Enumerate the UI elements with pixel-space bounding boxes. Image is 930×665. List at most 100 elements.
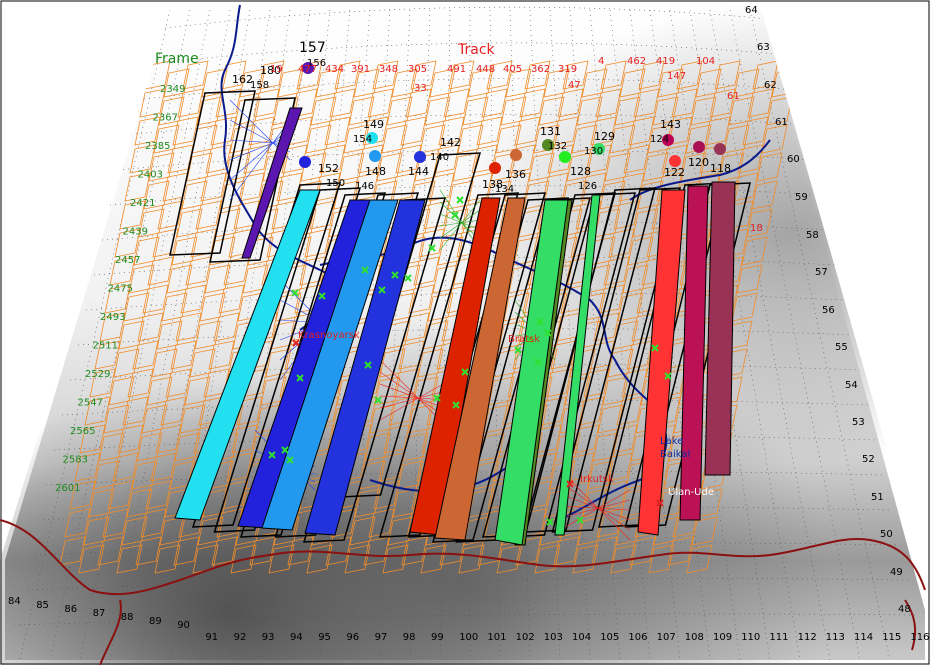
track-label: 405 [503, 64, 522, 75]
orbit-sublabel: 146 [355, 181, 374, 192]
lon-label: 104 [572, 632, 591, 643]
frame-label: 2367 [153, 113, 178, 124]
track-label: 19 [270, 64, 283, 75]
frame-label: 2421 [130, 198, 155, 209]
lon-label: 86 [64, 604, 77, 615]
orbit-label: 128 [570, 165, 591, 178]
orbit-label: 118 [710, 162, 731, 175]
track-label: 448 [476, 64, 495, 75]
lon-label: 116 [910, 632, 929, 643]
lon-label: 107 [657, 632, 676, 643]
orbit-label: 144 [408, 165, 429, 178]
orbit-label: 148 [365, 165, 386, 178]
lon-label: 114 [854, 632, 873, 643]
track-label-second: 147 [667, 71, 686, 82]
orbit-label: 142 [440, 136, 461, 149]
orbit-dot [489, 162, 501, 174]
track-label-second: 47 [568, 80, 581, 91]
orbit-label: 162 [232, 73, 253, 86]
track-label: 434 [325, 64, 344, 75]
lon-label: 98 [403, 632, 416, 643]
frame-label: 2511 [93, 341, 118, 352]
lat-label: 64 [745, 5, 758, 16]
lat-label: 58 [806, 230, 819, 241]
lon-label: 85 [36, 600, 49, 611]
place-lake-baikal-1: Lake [660, 436, 683, 447]
lat-label: 50 [880, 529, 893, 540]
lat-label: 57 [815, 267, 828, 278]
place-irkutsk: Irkutsk [580, 474, 614, 485]
frame-label: 2493 [100, 312, 125, 323]
orbit-sublabel: 124 [650, 134, 669, 145]
lon-label: 96 [346, 632, 359, 643]
orbit-sublabel: 132 [548, 141, 567, 152]
orbit-label: 136 [505, 168, 526, 181]
orbit-label: 131 [540, 125, 561, 138]
lat-label: 53 [852, 417, 865, 428]
lat-label: 63 [757, 42, 770, 53]
orbit-label: 152 [318, 162, 339, 175]
lat-label: 51 [871, 492, 884, 503]
lon-label: 100 [459, 632, 478, 643]
track-label: 319 [558, 64, 577, 75]
track-label: 4 [598, 56, 604, 67]
lat-label: 48 [898, 604, 911, 615]
track-label: 419 [656, 56, 675, 67]
lat-label: 62 [764, 80, 777, 91]
place-lake-baikal-2: Baikal [660, 449, 690, 460]
frame-label: 2349 [160, 84, 185, 95]
lat-label: 60 [787, 154, 800, 165]
orbit-sublabel: 130 [584, 146, 603, 157]
lon-label: 97 [375, 632, 388, 643]
place-bratsk: Bratsk [508, 334, 540, 345]
frame-label: 2601 [55, 483, 80, 494]
lon-label: 90 [177, 620, 190, 631]
orbit-label: 143 [660, 118, 681, 131]
lat-label: 52 [862, 454, 875, 465]
track-label: 104 [696, 56, 715, 67]
track-label: 362 [531, 64, 550, 75]
lon-label: 94 [290, 632, 303, 643]
lon-label: 113 [826, 632, 845, 643]
lon-label: 88 [121, 612, 134, 623]
lon-label: 84 [8, 596, 21, 607]
orbit-dot [559, 151, 571, 163]
lon-label: 105 [600, 632, 619, 643]
track-label: 462 [627, 56, 646, 67]
lon-label: 106 [628, 632, 647, 643]
orbit-dot [414, 151, 426, 163]
lat-label: 54 [845, 380, 858, 391]
lat-label: 59 [795, 192, 808, 203]
frame-label: 2565 [70, 426, 95, 437]
lat-label: 55 [835, 342, 848, 353]
orbit-sublabel: 140 [430, 152, 449, 163]
frame-label: 2403 [138, 170, 163, 181]
frame-label: 2475 [108, 284, 133, 295]
map-canvas: 1571561801581621491541521501481461441421… [0, 0, 930, 665]
frame-label: 2457 [115, 255, 140, 266]
lon-label: 87 [93, 608, 106, 619]
orbit-sublabel: 126 [578, 181, 597, 192]
lon-label: 111 [769, 632, 788, 643]
lon-label: 110 [741, 632, 760, 643]
lon-label: 115 [882, 632, 901, 643]
track-label-second: 33 [414, 83, 427, 94]
orbit-dot [510, 149, 522, 161]
lat-label: 61 [775, 117, 788, 128]
lat-label: 56 [822, 305, 835, 316]
lon-label: 108 [685, 632, 704, 643]
orbit-label: 129 [594, 130, 615, 143]
orbit-dot [299, 156, 311, 168]
lon-label: 102 [516, 632, 535, 643]
orbit-dot [369, 150, 381, 162]
track-label: 348 [379, 64, 398, 75]
lon-label: 103 [544, 632, 563, 643]
track-label-side: 61 [727, 91, 740, 102]
frame-label: 2385 [145, 141, 170, 152]
orbit-label: 122 [664, 166, 685, 179]
orbit-sublabel: 134 [495, 184, 514, 195]
track-label: 477 [298, 64, 317, 75]
frame-label: 2547 [78, 398, 103, 409]
place-krasnoyarsk: Krasnoyarsk [298, 330, 360, 341]
track-title: Track [457, 42, 496, 58]
